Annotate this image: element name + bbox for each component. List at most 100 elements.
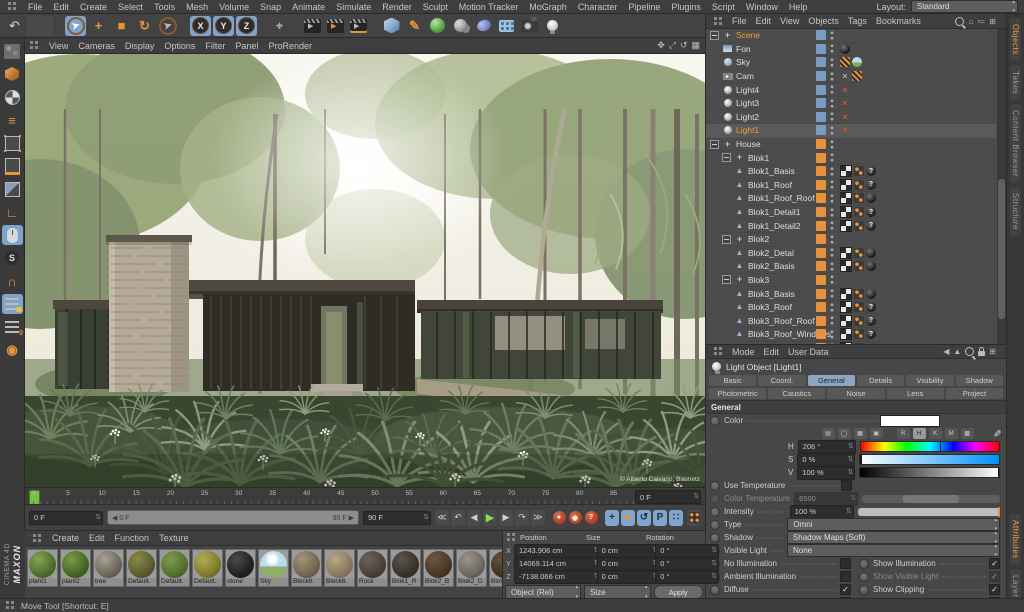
menu-item-help[interactable]: Help (789, 2, 808, 12)
move-icon[interactable]: + (88, 16, 109, 36)
checker-tag-icon[interactable] (840, 206, 852, 219)
record-scale-icon[interactable]: ■ (621, 509, 635, 526)
material-blok2-b[interactable]: Blok2_B (423, 549, 454, 587)
viewport-panel-icon[interactable] (30, 41, 39, 50)
checker-tag-icon[interactable] (840, 165, 852, 178)
object-manager-panel-icon[interactable] (714, 16, 723, 26)
layer-color-chip[interactable] (816, 98, 826, 109)
tex-dark-tag-icon[interactable] (866, 261, 876, 272)
tex-sky-tag-icon[interactable] (852, 57, 862, 68)
menu-item-display[interactable]: Display (125, 41, 155, 51)
track-toggle-icon[interactable] (710, 415, 720, 426)
menu-item-view[interactable]: View (780, 16, 799, 26)
goto-last-frame-icon[interactable]: ≫ (531, 509, 545, 526)
tab-noise[interactable]: Noise (827, 388, 885, 399)
layer-color-chip[interactable] (816, 302, 826, 313)
viewport-render[interactable]: © Alberto Caivano, Baunetz (25, 54, 705, 487)
history-back-icon[interactable]: ◀ (943, 347, 949, 356)
menu-item-sculpt[interactable]: Sculpt (423, 2, 448, 12)
side-tab-objects[interactable]: Objects (1010, 18, 1021, 61)
menu-item-character[interactable]: Character (578, 2, 618, 12)
show-illumination-checkbox[interactable] (989, 558, 1000, 569)
tree-row-blok3-roof-roof[interactable]: ▲ Blok3_Roof_Roof? (706, 314, 996, 329)
keyframe-selection-icon[interactable]: ? (584, 510, 598, 526)
track-toggle-icon[interactable] (710, 532, 720, 543)
menu-item-options[interactable]: Options (164, 41, 195, 51)
model-mode-icon[interactable] (2, 87, 23, 107)
size-y-field[interactable]: 0 cm (596, 556, 661, 571)
tex-q-tag-icon[interactable]: ? (866, 329, 876, 340)
material-rock[interactable]: Rock (357, 549, 388, 587)
tab-lens[interactable]: Lens (886, 388, 944, 399)
menu-item-function[interactable]: Function (115, 533, 150, 543)
expander-icon[interactable] (722, 234, 731, 244)
diffuse-checkbox[interactable] (840, 584, 851, 595)
mixer-mode-icon[interactable]: M (944, 428, 958, 439)
play-forwards-icon[interactable]: ▶ (483, 509, 497, 526)
color-swatch[interactable] (880, 414, 940, 427)
visibility-dots-icon[interactable] (830, 153, 834, 163)
visibility-dots-icon[interactable] (830, 261, 834, 271)
layer-color-chip[interactable] (816, 274, 826, 285)
tree-row-blok1-detail2[interactable]: ▲ Blok1_Detail2? (706, 219, 996, 233)
layer-color-chip[interactable] (816, 84, 826, 95)
pan-view-icon[interactable]: ✥ (657, 40, 665, 51)
texture-mode-icon[interactable]: ≡ (2, 110, 23, 130)
live-selection-icon[interactable]: ➤ (65, 15, 86, 36)
menu-item-edit[interactable]: Edit (756, 16, 772, 26)
checker-tag-icon[interactable] (840, 287, 852, 300)
checker-tag-icon[interactable] (840, 301, 852, 314)
intensity-field[interactable]: 100 % (789, 504, 854, 519)
expander-icon[interactable] (722, 275, 731, 285)
record-parameter-icon[interactable]: P (653, 509, 667, 526)
goto-first-frame-icon[interactable]: ≪ (435, 509, 449, 526)
material-stone[interactable]: stone (225, 549, 256, 587)
tree-row-light3[interactable]: Light3 × (706, 97, 996, 111)
material-default[interactable]: Default. (192, 549, 223, 587)
layer-color-chip[interactable] (816, 111, 826, 122)
layer-color-chip[interactable] (816, 315, 826, 326)
rotation-b-field[interactable]: 0 ° (655, 569, 720, 584)
material-block6[interactable]: Block6. (324, 549, 355, 587)
side-tab-takes[interactable]: Takes (1010, 64, 1021, 101)
visibility-dots-icon[interactable] (830, 316, 834, 326)
render-picture-viewer-icon[interactable] (325, 16, 346, 36)
track-toggle-icon[interactable] (859, 571, 869, 582)
visibility-dots-icon[interactable] (830, 125, 834, 135)
compact-icon[interactable]: ▤ (821, 428, 835, 439)
selection-icon[interactable]: ➤ (157, 16, 178, 36)
tex-dark-tag-icon[interactable] (840, 43, 850, 54)
menu-item-edit[interactable]: Edit (54, 2, 70, 12)
layer-color-chip[interactable] (816, 139, 826, 150)
tex-q-tag-icon[interactable]: ? (866, 220, 876, 231)
viewport-solo-icon[interactable] (1, 225, 23, 245)
tex-q-tag-icon[interactable]: ? (866, 207, 876, 218)
menu-item-mode[interactable]: Mode (732, 347, 755, 357)
snap-icon[interactable]: S (2, 248, 23, 268)
tree-row-blok1-detail1[interactable]: ▲ Blok1_Detail1? (706, 206, 996, 220)
tree-row-house[interactable]: + House (706, 138, 996, 152)
visibility-dots-icon[interactable] (830, 302, 834, 312)
uvw-tag-icon[interactable] (854, 179, 864, 190)
visible-light-dropdown[interactable]: None (787, 543, 1000, 558)
tree-row-blok1[interactable]: + Blok1 (706, 151, 996, 165)
coord-mode-dropdown[interactable]: Object (Rel) (505, 584, 581, 600)
menu-item-panel[interactable]: Panel (235, 41, 258, 51)
visibility-dots-icon[interactable] (830, 139, 834, 149)
layer-color-chip[interactable] (816, 71, 826, 82)
menu-item-create[interactable]: Create (80, 2, 107, 12)
material-panel-icon[interactable] (33, 533, 42, 543)
tree-row-light4[interactable]: Light4 × (706, 83, 996, 97)
magnet-icon[interactable]: ∩ (2, 271, 23, 291)
visibility-dots-icon[interactable] (830, 234, 834, 244)
menu-item-select[interactable]: Select (118, 2, 143, 12)
track-toggle-icon[interactable] (710, 584, 720, 595)
checker-tag-icon[interactable] (840, 219, 852, 232)
tree-row-blok2-basis[interactable]: ▲ Blok2_Basis (706, 260, 996, 274)
tab-project[interactable]: Project (945, 388, 1004, 399)
visibility-dots-icon[interactable] (830, 166, 834, 176)
tree-row-blok3-basis[interactable]: ▲ Blok3_Basis (706, 287, 996, 301)
add-modeling-icon[interactable] (450, 16, 471, 36)
visibility-dots-icon[interactable] (830, 275, 834, 285)
layer-color-chip[interactable] (816, 193, 826, 204)
